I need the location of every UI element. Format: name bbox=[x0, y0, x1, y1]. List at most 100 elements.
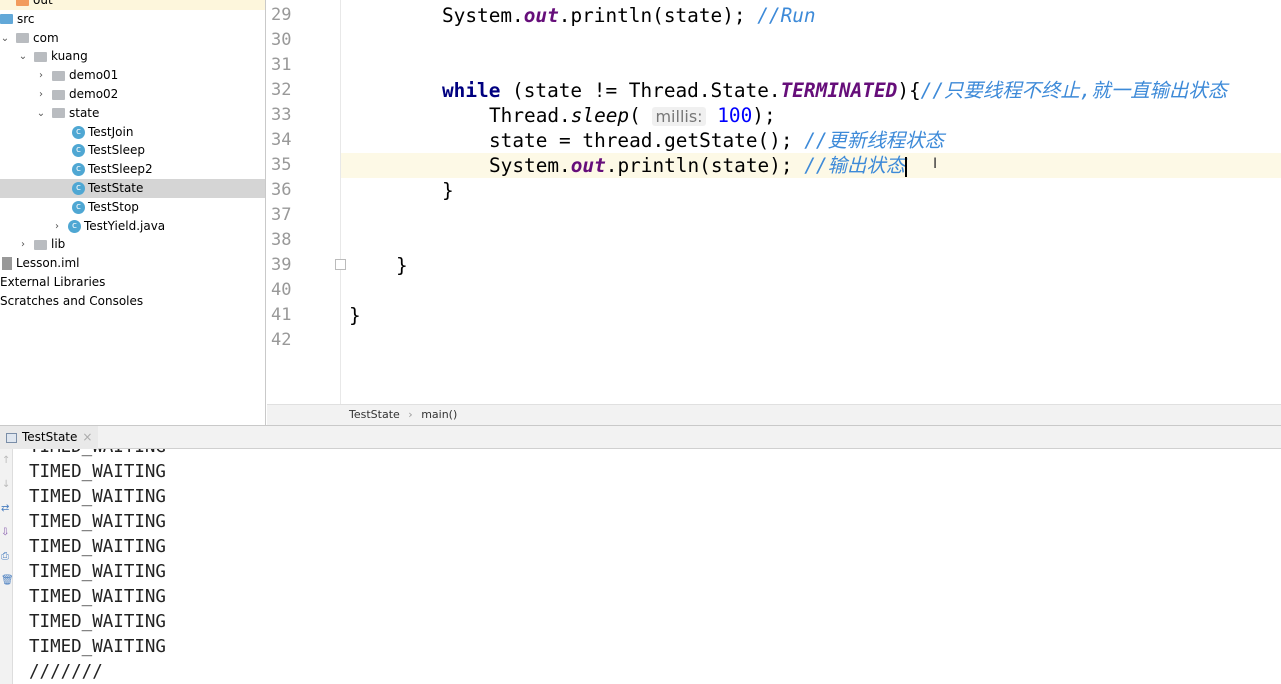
print-icon[interactable]: ⎙ bbox=[1, 551, 9, 562]
tree-item-label: External Libraries bbox=[0, 275, 106, 289]
tree-item[interactable]: c TestSleep2 bbox=[0, 160, 265, 179]
chevron-right-icon[interactable]: › bbox=[36, 85, 46, 104]
console-output[interactable]: ↑ ↓ ⇄ ⇩ ⎙ 🗑 TIMED_WAITING TIMED_WAITING T… bbox=[0, 449, 1281, 684]
line-gutter: 29 30 31 32 33 34 35 36 37 38 39 40 41 42 bbox=[267, 0, 341, 404]
line-number: 31 bbox=[271, 55, 292, 75]
tree-item[interactable]: › lib bbox=[0, 235, 265, 254]
code-line-41: } bbox=[349, 304, 361, 327]
console-line: TIMED_WAITING bbox=[29, 637, 166, 657]
tree-item[interactable]: › demo01 bbox=[0, 66, 265, 85]
file-icon bbox=[2, 257, 12, 271]
scroll-to-end-icon[interactable]: ⇩ bbox=[1, 527, 9, 538]
parameter-hint: millis: bbox=[652, 107, 706, 126]
tree-item[interactable]: out bbox=[0, 0, 265, 10]
console-line: TIMED_WAITING bbox=[29, 562, 166, 582]
tree-item[interactable]: Scratches and Consoles bbox=[0, 292, 265, 311]
folder-icon bbox=[52, 89, 65, 100]
tree-item[interactable]: › c TestYield.java bbox=[0, 217, 265, 236]
tree-item-label: TestJoin bbox=[88, 124, 134, 139]
console-line: TIMED_WAITING bbox=[29, 587, 166, 607]
line-number: 34 bbox=[271, 130, 292, 150]
java-class-icon: c bbox=[72, 200, 85, 214]
chevron-down-icon[interactable]: ⌄ bbox=[0, 29, 10, 48]
folder-icon bbox=[0, 14, 13, 25]
text-caret bbox=[905, 156, 908, 177]
console-line: /////// bbox=[29, 662, 103, 682]
soft-wrap-icon[interactable]: ⇄ bbox=[1, 503, 9, 514]
chevron-down-icon[interactable]: ⌄ bbox=[18, 47, 28, 66]
close-icon[interactable]: × bbox=[82, 426, 92, 449]
code-editor[interactable]: 29 30 31 32 33 34 35 36 37 38 39 40 41 42 System.out.… bbox=[267, 0, 1281, 404]
console-line: TIMED_WAITING bbox=[29, 612, 166, 632]
tree-item-label: demo01 bbox=[69, 68, 119, 83]
tree-item[interactable]: Lesson.iml bbox=[0, 254, 265, 273]
line-number: 39 bbox=[271, 255, 292, 275]
folder-icon bbox=[34, 239, 47, 250]
tree-item[interactable]: › demo02 bbox=[0, 85, 265, 104]
breadcrumb-method[interactable]: main() bbox=[421, 408, 457, 421]
trash-icon[interactable]: 🗑 bbox=[1, 575, 14, 586]
tree-item-label: com bbox=[33, 30, 59, 45]
java-class-icon: c bbox=[72, 182, 85, 195]
code-line-32: while (state != Thread.State.TERMINATED)… bbox=[442, 79, 1228, 102]
line-number: 37 bbox=[271, 205, 292, 225]
fold-icon[interactable] bbox=[335, 259, 346, 270]
chevron-right-icon[interactable]: › bbox=[52, 217, 62, 236]
tree-item-label: Lesson.iml bbox=[16, 256, 80, 271]
tree-item[interactable]: c TestState bbox=[0, 179, 265, 198]
arrow-up-icon[interactable]: ↑ bbox=[2, 455, 10, 466]
run-tab-teststate[interactable]: TestState × bbox=[0, 426, 99, 449]
folder-icon bbox=[16, 0, 29, 6]
tree-item-label: state bbox=[69, 105, 100, 120]
line-number: 33 bbox=[271, 105, 292, 125]
chevron-right-icon[interactable]: › bbox=[18, 235, 28, 254]
code-line-33: Thread.sleep( millis: 100); bbox=[489, 104, 776, 127]
folder-icon bbox=[52, 70, 65, 81]
line-number: 30 bbox=[271, 30, 292, 50]
project-tree: out src ⌄ com ⌄ kuang › demo01 › demo02 ⌄ state c Tes… bbox=[0, 0, 266, 425]
folder-icon bbox=[16, 33, 29, 44]
breadcrumb-class[interactable]: TestState bbox=[349, 408, 400, 421]
console-line: TIMED_WAITING bbox=[29, 537, 166, 557]
tree-item[interactable]: c TestJoin bbox=[0, 123, 265, 142]
code-line-39: } bbox=[396, 254, 408, 277]
tree-item[interactable]: ⌄ state bbox=[0, 104, 265, 123]
chevron-right-icon[interactable]: › bbox=[36, 66, 46, 85]
line-number: 40 bbox=[271, 280, 292, 300]
tree-item[interactable]: c TestSleep bbox=[0, 141, 265, 160]
tree-item-label: lib bbox=[51, 237, 66, 252]
java-class-icon: c bbox=[72, 163, 85, 177]
tree-item-label: demo02 bbox=[69, 87, 119, 101]
line-number: 32 bbox=[271, 80, 292, 100]
console-line-partial: TIMED_WAITING bbox=[29, 449, 166, 460]
chevron-right-icon: › bbox=[408, 408, 413, 421]
code-line-36: } bbox=[442, 179, 454, 202]
mouse-ibeam-cursor-icon: I bbox=[933, 156, 938, 172]
tree-item-label: Scratches and Consoles bbox=[0, 293, 144, 308]
tree-item[interactable]: ⌄ com bbox=[0, 29, 265, 48]
chevron-down-icon[interactable]: ⌄ bbox=[36, 104, 46, 123]
tree-item-label: TestState bbox=[88, 181, 144, 195]
tree-item-label: out bbox=[33, 0, 53, 7]
tree-item-label: TestYield.java bbox=[84, 218, 166, 233]
run-tab-label: TestState bbox=[22, 430, 78, 444]
tree-item[interactable]: External Libraries bbox=[0, 273, 265, 292]
arrow-down-icon[interactable]: ↓ bbox=[2, 479, 10, 490]
tree-item-label: TestSleep bbox=[88, 143, 145, 158]
tree-item[interactable]: ⌄ kuang bbox=[0, 47, 265, 66]
line-number: 29 bbox=[271, 5, 292, 25]
console-icon bbox=[6, 432, 17, 443]
java-class-icon: c bbox=[72, 144, 85, 158]
console-toolbar: ↑ ↓ ⇄ ⇩ ⎙ 🗑 bbox=[0, 449, 14, 684]
run-tabs: TestState × bbox=[0, 425, 1281, 449]
code-line-29: System.out.println(state); //Run bbox=[442, 4, 816, 27]
tree-item[interactable]: src bbox=[0, 10, 265, 29]
tree-item[interactable]: c TestStop bbox=[0, 198, 265, 217]
tree-item-label: src bbox=[17, 11, 35, 26]
code-line-34: state = thread.getState(); //更新线程状态 bbox=[489, 129, 944, 152]
line-number: 35 bbox=[271, 155, 292, 175]
line-number: 42 bbox=[271, 330, 292, 350]
tree-item-label: kuang bbox=[51, 49, 88, 64]
code-line-35: System.out.println(state); //输出状态 bbox=[489, 154, 908, 177]
line-number: 38 bbox=[271, 230, 292, 250]
